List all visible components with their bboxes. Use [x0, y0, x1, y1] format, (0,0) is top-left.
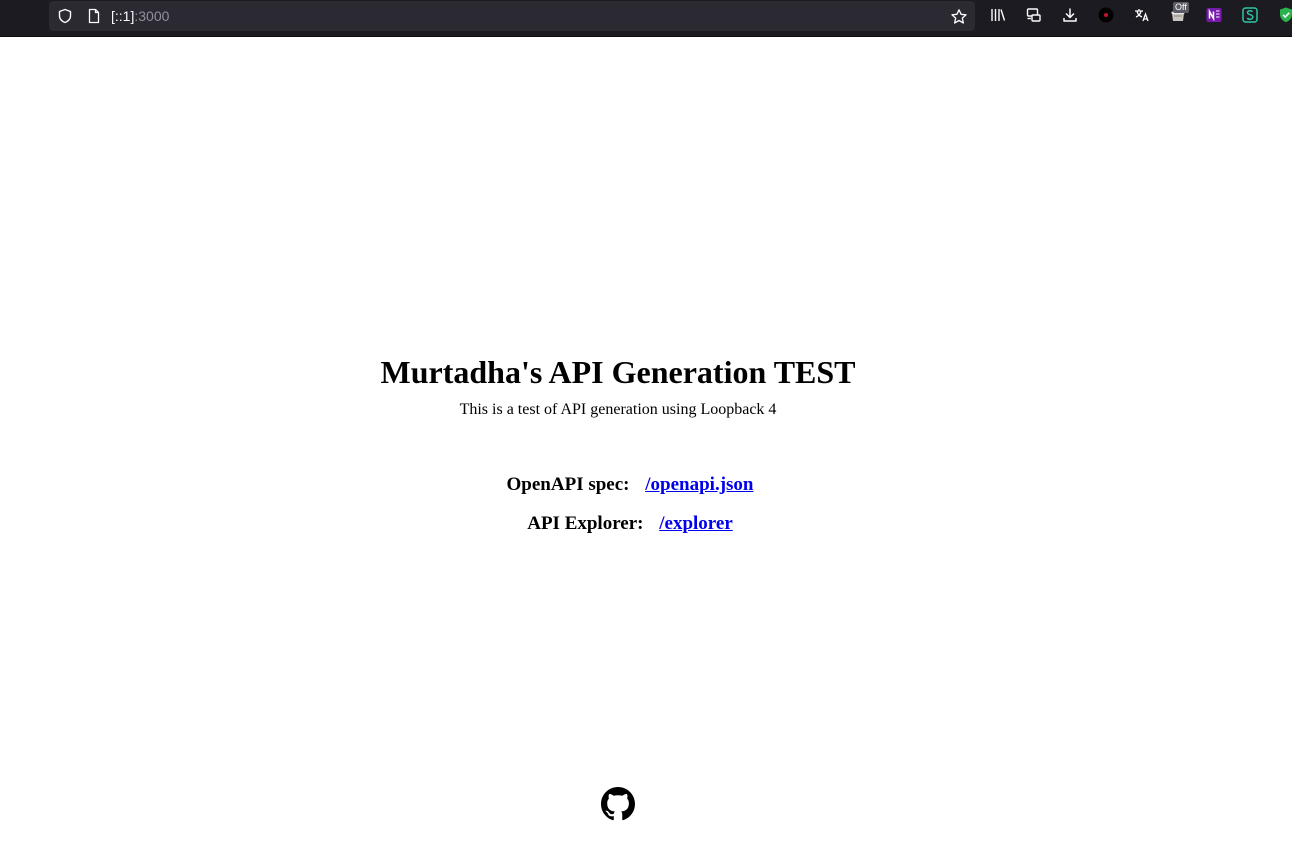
onenote-icon[interactable] — [1205, 6, 1223, 24]
explorer-link[interactable]: /explorer — [659, 513, 733, 534]
library-icon[interactable] — [989, 6, 1007, 24]
explorer-row: API Explorer: /explorer — [0, 513, 1260, 535]
shield-check-icon[interactable] — [1277, 6, 1292, 24]
info-section: Murtadha's API Generation TEST This is a… — [0, 352, 1236, 420]
links-section: OpenAPI spec: /openapi.json API Explorer… — [0, 474, 1260, 552]
github-icon[interactable] — [601, 787, 635, 821]
browser-toolbar: [::1]:3000 Off — [0, 0, 1292, 37]
sync-tabs-icon[interactable] — [1025, 6, 1043, 24]
extension-dark-icon[interactable] — [1097, 6, 1115, 24]
translate-icon[interactable] — [1133, 6, 1151, 24]
url-port: :3000 — [134, 8, 170, 24]
explorer-label: API Explorer: — [527, 513, 644, 534]
openapi-row: OpenAPI spec: /openapi.json — [0, 474, 1260, 496]
page-icon[interactable] — [86, 8, 102, 27]
url-host: [::1] — [111, 8, 135, 24]
download-icon[interactable] — [1061, 6, 1079, 24]
page-subtitle: This is a test of API generation using L… — [459, 401, 777, 418]
url-bar[interactable]: [::1]:3000 — [49, 1, 975, 31]
page-title: Murtadha's API Generation TEST — [380, 354, 856, 390]
bookmark-star-icon[interactable] — [950, 8, 968, 29]
shield-icon[interactable] — [57, 8, 73, 27]
openapi-label: OpenAPI spec: — [506, 474, 630, 495]
s-extension-icon[interactable] — [1241, 6, 1259, 24]
url-text[interactable]: [::1]:3000 — [111, 8, 169, 24]
extension-off-badge: Off — [1173, 2, 1189, 13]
openapi-link[interactable]: /openapi.json — [645, 474, 753, 495]
